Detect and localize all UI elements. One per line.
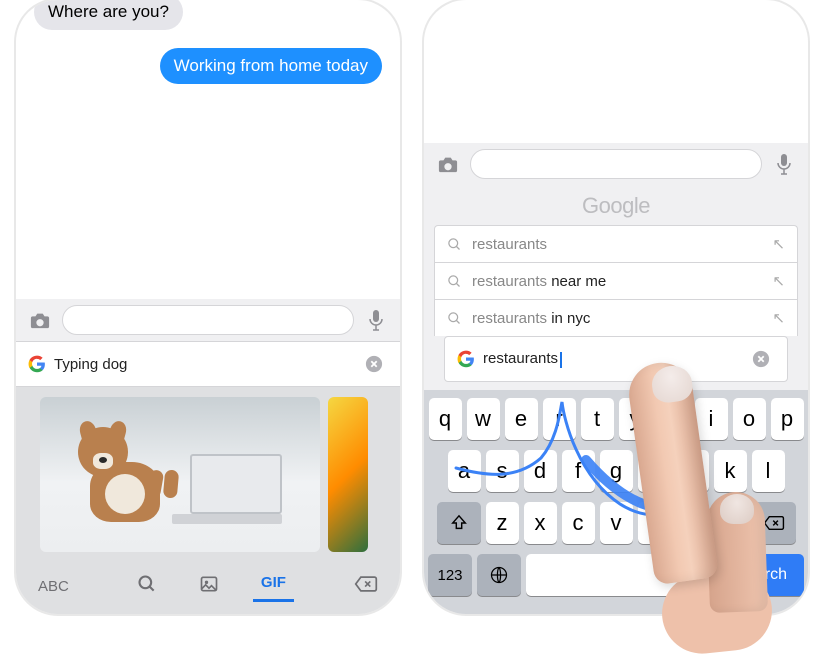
key-space[interactable]	[526, 554, 714, 596]
suggestion-prefix: restaurants	[472, 236, 547, 253]
key-u[interactable]: u	[657, 398, 690, 440]
gboard-search-text: Typing dog	[54, 356, 352, 373]
key-j[interactable]: j	[676, 450, 709, 492]
key-search[interactable]: Search	[719, 554, 804, 596]
search-icon[interactable]	[129, 570, 165, 602]
phone-right: Google restaurants ↖ restaurants near me…	[424, 0, 808, 614]
suggestion-bold: in nyc	[551, 310, 590, 327]
key-m[interactable]: m	[714, 502, 747, 544]
key-globe[interactable]	[477, 554, 521, 596]
key-a[interactable]: a	[448, 450, 481, 492]
suggestion-row[interactable]: restaurants near me ↖	[434, 262, 798, 299]
key-b[interactable]: b	[638, 502, 671, 544]
key-v[interactable]: v	[600, 502, 633, 544]
keyboard: q w e r t y u i o p a s d f g h j k l	[424, 390, 808, 614]
insert-arrow-icon[interactable]: ↖	[772, 235, 785, 253]
image-icon[interactable]	[191, 570, 227, 602]
key-l[interactable]: l	[752, 450, 785, 492]
suggestion-prefix: restaurants	[472, 273, 551, 290]
gboard-search-row[interactable]: Typing dog	[16, 341, 400, 387]
key-t[interactable]: t	[581, 398, 614, 440]
backspace-icon[interactable]	[346, 571, 386, 601]
key-shift[interactable]	[437, 502, 481, 544]
message-input[interactable]	[62, 305, 354, 335]
google-logo-text: Google	[582, 193, 650, 218]
google-header: Google	[424, 185, 808, 225]
key-i[interactable]: i	[695, 398, 728, 440]
key-z[interactable]: z	[486, 502, 519, 544]
key-d[interactable]: d	[524, 450, 557, 492]
mic-icon[interactable]	[770, 150, 798, 178]
insert-arrow-icon[interactable]: ↖	[772, 309, 785, 327]
google-g-icon	[28, 355, 46, 373]
gif-results-strip[interactable]	[16, 387, 400, 562]
message-outgoing: Working from home today	[160, 48, 382, 84]
camera-icon[interactable]	[434, 150, 462, 178]
key-y[interactable]: y	[619, 398, 652, 440]
key-backspace[interactable]	[752, 502, 796, 544]
clear-icon[interactable]	[747, 345, 775, 373]
gboard-tab-bar: ABC GIF	[16, 562, 400, 614]
key-row-4: 123 Search	[428, 554, 804, 596]
key-123[interactable]: 123	[428, 554, 472, 596]
phone-left: Where are you? Working from home today T…	[16, 0, 400, 614]
gboard-search-row[interactable]: restaurants	[444, 336, 788, 382]
camera-icon[interactable]	[26, 306, 54, 334]
key-row-1: q w e r t y u i o p	[428, 398, 804, 440]
message-thread: Where are you? Working from home today	[16, 0, 400, 299]
message-input-bar	[424, 143, 808, 185]
key-q[interactable]: q	[429, 398, 462, 440]
message-incoming: Where are you?	[34, 0, 183, 30]
key-w[interactable]: w	[467, 398, 500, 440]
insert-arrow-icon[interactable]: ↖	[772, 272, 785, 290]
mic-icon[interactable]	[362, 306, 390, 334]
key-n[interactable]: n	[676, 502, 709, 544]
key-f[interactable]: f	[562, 450, 595, 492]
google-g-icon	[457, 350, 475, 368]
text-cursor	[560, 352, 562, 368]
tab-abc[interactable]: ABC	[30, 574, 77, 599]
key-row-3: z x c v b n m	[428, 502, 804, 544]
key-r[interactable]: r	[543, 398, 576, 440]
key-h[interactable]: h	[638, 450, 671, 492]
suggestion-row[interactable]: restaurants in nyc ↖	[434, 299, 798, 336]
gif-thumbnail-dog[interactable]	[40, 397, 320, 552]
suggestion-prefix: restaurants	[472, 310, 551, 327]
key-e[interactable]: e	[505, 398, 538, 440]
suggestions-list: restaurants ↖ restaurants near me ↖ rest…	[424, 225, 808, 390]
key-o[interactable]: o	[733, 398, 766, 440]
message-input-bar	[16, 299, 400, 341]
gboard-search-text: restaurants	[483, 350, 739, 367]
key-row-2: a s d f g h j k l	[428, 450, 804, 492]
clear-icon[interactable]	[360, 350, 388, 378]
key-s[interactable]: s	[486, 450, 519, 492]
key-g[interactable]: g	[600, 450, 633, 492]
key-x[interactable]: x	[524, 502, 557, 544]
gif-thumbnail-2[interactable]	[328, 397, 368, 552]
suggestion-bold: near me	[551, 273, 606, 290]
key-c[interactable]: c	[562, 502, 595, 544]
key-p[interactable]: p	[771, 398, 804, 440]
suggestion-row[interactable]: restaurants ↖	[434, 225, 798, 262]
tab-gif[interactable]: GIF	[253, 570, 294, 602]
key-k[interactable]: k	[714, 450, 747, 492]
message-input[interactable]	[470, 149, 762, 179]
